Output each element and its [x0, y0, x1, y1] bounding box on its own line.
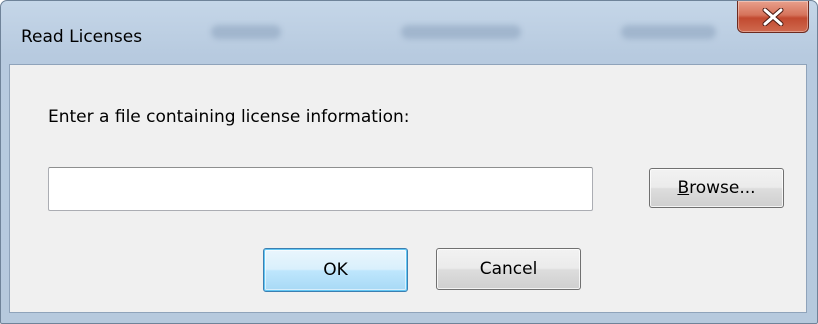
- read-licenses-dialog: Read Licenses Enter a file containing li…: [0, 0, 818, 324]
- browse-mnemonic: B: [677, 178, 690, 198]
- titlebar-background-blur: [401, 25, 521, 39]
- titlebar-background-blur: [621, 25, 716, 39]
- titlebar-background-blur: [211, 25, 281, 39]
- window-title: Read Licenses: [21, 27, 143, 47]
- dialog-body: Enter a file containing license informat…: [9, 64, 807, 313]
- browse-button[interactable]: Browse...: [649, 168, 784, 208]
- license-file-input[interactable]: [48, 167, 593, 211]
- prompt-label: Enter a file containing license informat…: [48, 107, 410, 127]
- close-icon: [762, 7, 784, 26]
- browse-label: rowse...: [689, 178, 756, 198]
- cancel-button[interactable]: Cancel: [436, 248, 581, 290]
- close-button[interactable]: [737, 1, 809, 33]
- ok-button[interactable]: OK: [263, 248, 408, 292]
